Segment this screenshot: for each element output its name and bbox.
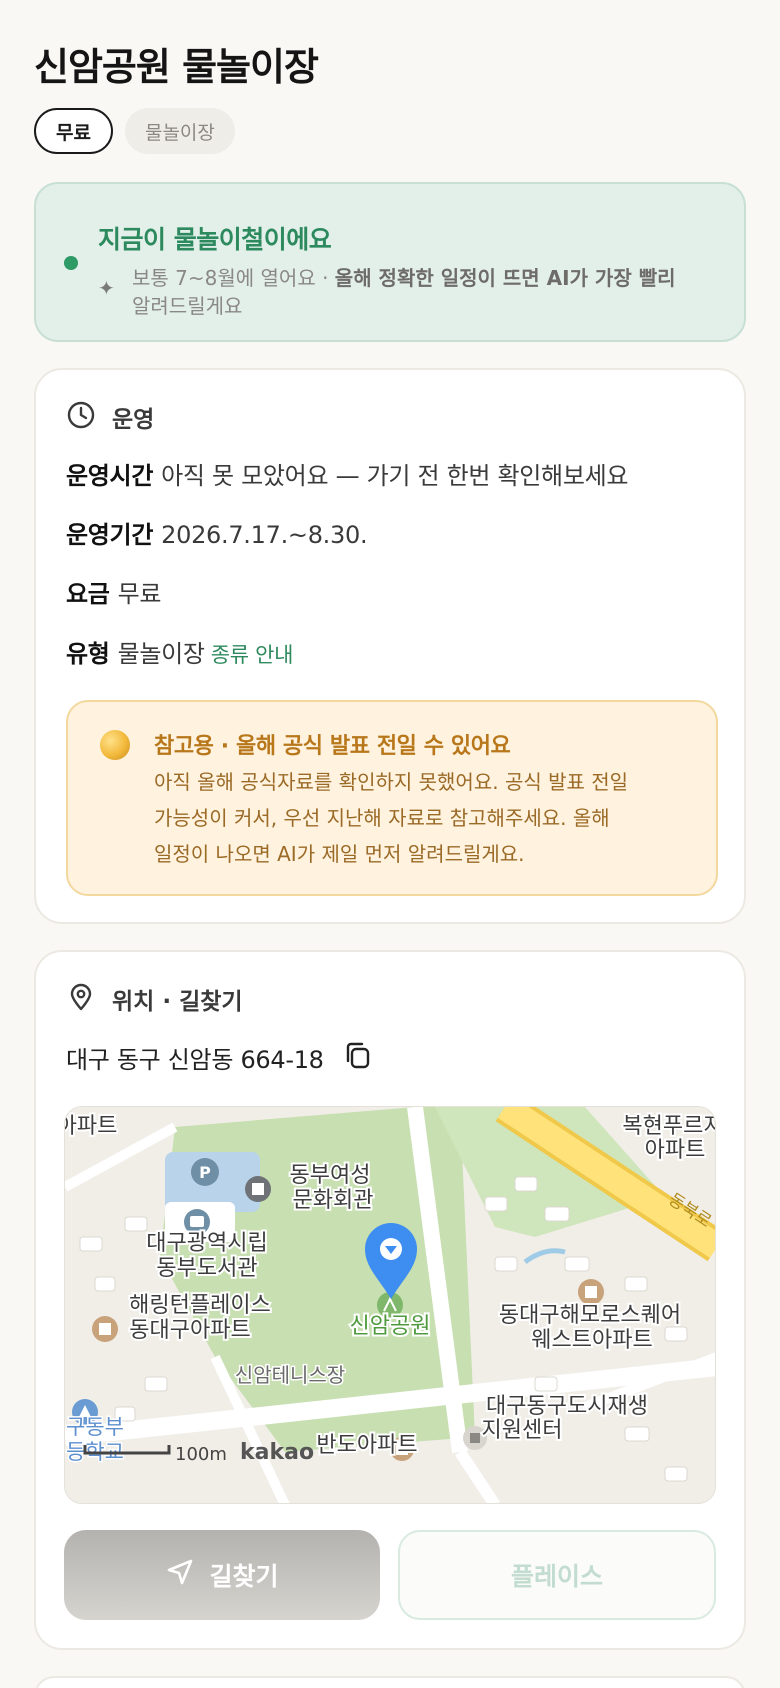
hours-row: 운영시간 아직 못 모았어요 — 가기 전 한번 확인해보세요 <box>66 456 628 491</box>
apartment-icon-east <box>578 1279 604 1305</box>
navigation-arrow-icon <box>165 1557 195 1593</box>
type-key: 유형 <box>66 640 110 668</box>
chip-category[interactable]: 물놀이장 <box>124 108 235 154</box>
action-buttons: 길찾기 플레이스 <box>64 1530 716 1620</box>
notice-line-3: 일정이 나오면 AI가 제일 먼저 알려드릴게요. <box>154 842 525 866</box>
map-label-apt-n-1: 복현푸르지 <box>622 1114 716 1139</box>
period-value: 2026.7.17.~8.30. <box>161 521 368 549</box>
type-row: 유형 물놀이장 종류 안내 <box>66 634 293 669</box>
directions-button[interactable]: 길찾기 <box>64 1530 380 1620</box>
map-label-school-1: 구동부 <box>66 1415 124 1439</box>
apartment-icon-west <box>92 1316 118 1342</box>
clock-icon <box>66 400 96 434</box>
map-label-tennis: 신암테니스장 <box>235 1363 345 1387</box>
map-label-apt-h-1: 해링턴플레이스 <box>129 1293 271 1318</box>
chip-free[interactable]: 무료 <box>34 108 113 154</box>
location-pin-icon <box>66 982 96 1016</box>
season-description: 보통 7~8월에 열어요 · 올해 정확한 일정이 뜨면 AI가 가장 빨리알려… <box>132 264 732 320</box>
sparkle-icon: ✦ <box>98 276 115 300</box>
map-label-regen-2: 지원센터 <box>482 1418 563 1443</box>
map-label-library-2: 동부도서관 <box>156 1256 257 1281</box>
copy-icon[interactable] <box>344 1041 372 1075</box>
hours-key: 운영시간 <box>66 462 154 490</box>
page-title: 신암공원 물놀이장 <box>34 45 319 89</box>
season-heading: 지금이 물놀이철이에요 <box>98 225 332 254</box>
map-label-apt-h-2: 동대구아파트 <box>129 1318 250 1343</box>
status-dot <box>64 256 78 270</box>
season-desc-plain: 보통 7~8월에 열어요 · <box>132 266 335 290</box>
map-brand-logo: kakao <box>240 1440 314 1465</box>
operation-section-label: 운영 <box>112 407 155 433</box>
address-row: 대구 동구 신암동 664-18 <box>66 1040 372 1075</box>
period-row: 운영기간 2026.7.17.~8.30. <box>66 515 368 550</box>
operation-card: 운영 운영시간 아직 못 모았어요 — 가기 전 한번 확인해보세요 운영기간 20… <box>34 368 746 924</box>
notice-body: 아직 올해 공식자료를 확인하지 못했어요. 공식 발표 전일 가능성이 커서,… <box>154 764 694 872</box>
parking-icon: P <box>191 1158 219 1186</box>
season-desc-tail: 알려드릴게요 <box>132 294 243 318</box>
operation-section-header: 운영 <box>66 400 154 434</box>
map-scale-label: 100m <box>175 1444 227 1465</box>
hours-value: 아직 못 모았어요 — 가기 전 한번 확인해보세요 <box>161 462 629 490</box>
map-label-library-1: 대구광역시립 <box>146 1231 267 1256</box>
type-guide-link[interactable]: 종류 안내 <box>211 643 294 667</box>
notice-line-1: 아직 올해 공식자료를 확인하지 못했어요. 공식 발표 전일 <box>154 770 629 794</box>
map-label-regen-1: 대구동구도시재생 <box>486 1394 648 1419</box>
location-map[interactable]: P 동부여성 문화회관 대구광역시립 동부도서관 해링턴플레이스 동대구아파트 … <box>64 1106 716 1504</box>
notice-line-2: 가능성이 커서, 우선 지난해 자료로 참고해주세요. 올해 <box>154 806 610 830</box>
map-label-culture-1: 동부여성 <box>290 1163 371 1188</box>
tag-chips: 무료 물놀이장 <box>34 108 235 154</box>
location-section-header: 위치 · 길찾기 <box>66 982 243 1016</box>
place-button[interactable]: 플레이스 <box>398 1530 716 1620</box>
type-value: 물놀이장 <box>117 640 205 668</box>
notice-title: 참고용 · 올해 공식 발표 전일 수 있어요 <box>154 734 511 759</box>
fee-key: 요금 <box>66 580 110 608</box>
season-banner: 지금이 물놀이철이에요 ✦ 보통 7~8월에 열어요 · 올해 정확한 일정이 … <box>34 182 746 342</box>
building-icon <box>245 1176 271 1202</box>
address-text: 대구 동구 신암동 664-18 <box>66 1046 324 1074</box>
location-card: 위치 · 길찾기 대구 동구 신암동 664-18 P 동부여성 문화회관 대구… <box>34 950 746 1650</box>
map-label-culture-2: 문화회관 <box>293 1188 374 1213</box>
place-button-label: 플레이스 <box>510 1562 603 1591</box>
fee-value: 무료 <box>117 580 162 608</box>
reference-notice: 참고용 · 올해 공식 발표 전일 수 있어요 아직 올해 공식자료를 확인하지… <box>66 700 718 896</box>
moon-icon <box>100 730 130 760</box>
next-card-edge <box>34 1676 746 1688</box>
map-label-apt-top: 아파트 <box>65 1114 117 1139</box>
location-section-label: 위치 · 길찾기 <box>112 989 243 1015</box>
fee-row: 요금 무료 <box>66 574 161 609</box>
map-label-bando: 반도아파트 <box>316 1433 417 1458</box>
season-desc-bold: 올해 정확한 일정이 뜨면 AI가 가장 빨리 <box>334 266 676 290</box>
svg-text:P: P <box>199 1163 211 1182</box>
period-key: 운영기간 <box>66 521 154 549</box>
map-label-apt-e-2: 웨스트아파트 <box>531 1328 652 1353</box>
place-detail-page: 신암공원 물놀이장 무료 물놀이장 지금이 물놀이철이에요 ✦ 보통 7~8월에… <box>0 0 780 1688</box>
map-label-apt-e-1: 동대구해모로스퀘어 <box>499 1303 681 1328</box>
map-label-apt-n-2: 아파트 <box>645 1138 706 1163</box>
map-label-park: 신암공원 <box>350 1314 431 1339</box>
directions-button-label: 길찾기 <box>209 1562 279 1591</box>
